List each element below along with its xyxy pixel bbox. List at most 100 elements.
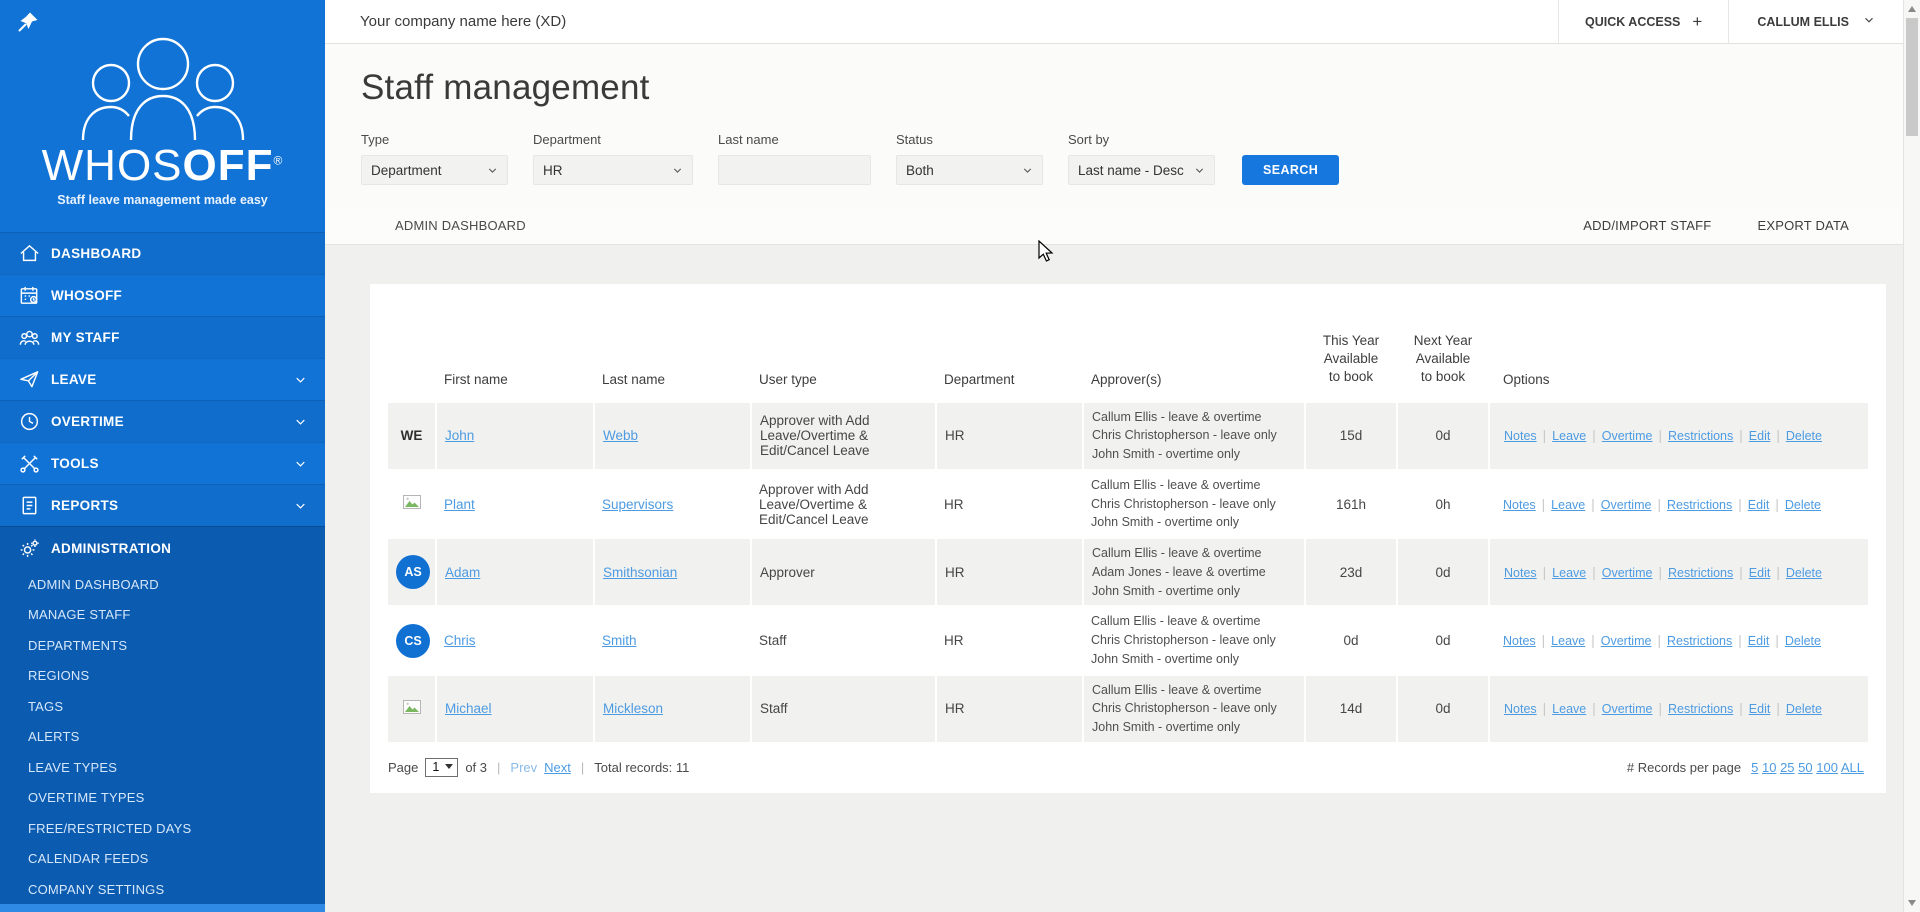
- type-select[interactable]: Department: [361, 155, 508, 185]
- sort-by-select[interactable]: Last name - Desc: [1068, 155, 1215, 185]
- add-import-staff-button[interactable]: ADD/IMPORT STAFF: [1583, 218, 1711, 233]
- first-name-link[interactable]: Adam: [445, 565, 480, 580]
- scroll-up-arrow-icon[interactable]: [1904, 1, 1920, 17]
- sidebar-item-dashboard[interactable]: DASHBOARD: [0, 232, 325, 274]
- row-action-delete[interactable]: Delete: [1785, 634, 1821, 648]
- user-menu-button[interactable]: CALLUM ELLIS: [1729, 0, 1903, 43]
- scrollbar-thumb[interactable]: [1906, 18, 1918, 136]
- separator: |: [581, 760, 584, 775]
- last-name-link[interactable]: Mickleson: [603, 701, 663, 716]
- sidebar-subitem-manage-staff[interactable]: MANAGE STAFF: [0, 600, 325, 631]
- per-page-100[interactable]: 100: [1816, 760, 1838, 775]
- prev-page-link[interactable]: Prev: [510, 760, 537, 775]
- last-name-link[interactable]: Webb: [603, 428, 638, 443]
- last-name-input[interactable]: [718, 155, 871, 185]
- table-header: First name Last name User type Departmen…: [388, 284, 1868, 403]
- sidebar-item-leave[interactable]: LEAVE: [0, 358, 325, 400]
- row-action-leave[interactable]: Leave: [1552, 429, 1586, 443]
- row-action-overtime[interactable]: Overtime: [1602, 702, 1653, 716]
- sidebar-item-tools[interactable]: TOOLS: [0, 442, 325, 484]
- sidebar-item-overtime[interactable]: OVERTIME: [0, 400, 325, 442]
- sidebar-subitem-free-restricted-days[interactable]: FREE/RESTRICTED DAYS: [0, 813, 325, 844]
- sidebar-subitem-overtime-types[interactable]: OVERTIME TYPES: [0, 783, 325, 814]
- row-action-delete[interactable]: Delete: [1786, 566, 1822, 580]
- status-select[interactable]: Both: [896, 155, 1043, 185]
- row-action-delete[interactable]: Delete: [1786, 702, 1822, 716]
- separator: |: [1592, 428, 1596, 443]
- per-page-5[interactable]: 5: [1751, 760, 1758, 775]
- sidebar-subitem-admin-dashboard[interactable]: ADMIN DASHBOARD: [0, 569, 325, 600]
- sidebar-subitem-company-settings[interactable]: COMPANY SETTINGS: [0, 874, 325, 905]
- row-action-restrictions[interactable]: Restrictions: [1668, 566, 1733, 580]
- row-action-edit[interactable]: Edit: [1749, 429, 1771, 443]
- export-data-button[interactable]: EXPORT DATA: [1757, 218, 1849, 233]
- last-name-link[interactable]: Smith: [602, 633, 637, 648]
- first-name-link[interactable]: Chris: [444, 633, 476, 648]
- row-action-notes[interactable]: Notes: [1504, 566, 1537, 580]
- sidebar-subitem-calendar-feeds[interactable]: CALENDAR FEEDS: [0, 844, 325, 875]
- user-type-cell: Approver with Add Leave/Overtime & Edit/…: [751, 403, 936, 470]
- row-action-notes[interactable]: Notes: [1504, 702, 1537, 716]
- sidebar-subitem-tags[interactable]: TAGS: [0, 691, 325, 722]
- row-action-edit[interactable]: Edit: [1748, 498, 1770, 512]
- per-page-10[interactable]: 10: [1762, 760, 1776, 775]
- this-year-cell: 23d: [1305, 538, 1397, 606]
- row-action-edit[interactable]: Edit: [1749, 566, 1771, 580]
- scroll-down-arrow-icon[interactable]: [1904, 895, 1920, 911]
- row-action-notes[interactable]: Notes: [1503, 498, 1536, 512]
- first-name-link[interactable]: Michael: [445, 701, 492, 716]
- row-action-edit[interactable]: Edit: [1748, 634, 1770, 648]
- sidebar-item-my-staff[interactable]: MY STAFF: [0, 316, 325, 358]
- approver-line: Callum Ellis - leave & overtime: [1092, 408, 1296, 427]
- per-page-all[interactable]: ALL: [1841, 760, 1864, 775]
- per-page-50[interactable]: 50: [1798, 760, 1812, 775]
- filter-label: Status: [896, 132, 1043, 147]
- row-action-overtime[interactable]: Overtime: [1601, 498, 1652, 512]
- row-action-delete[interactable]: Delete: [1785, 498, 1821, 512]
- row-action-overtime[interactable]: Overtime: [1602, 429, 1653, 443]
- sidebar-subitem-regions[interactable]: REGIONS: [0, 661, 325, 692]
- row-action-restrictions[interactable]: Restrictions: [1667, 498, 1732, 512]
- sidebar-item-whosoff[interactable]: WHOSOFF: [0, 274, 325, 316]
- row-action-delete[interactable]: Delete: [1786, 429, 1822, 443]
- last-name-link[interactable]: Supervisors: [602, 497, 673, 512]
- pin-icon[interactable]: [16, 10, 44, 38]
- sidebar-subitem-departments[interactable]: DEPARTMENTS: [0, 630, 325, 661]
- first-name-link[interactable]: Plant: [444, 497, 475, 512]
- row-action-restrictions[interactable]: Restrictions: [1668, 702, 1733, 716]
- row-action-leave[interactable]: Leave: [1551, 498, 1585, 512]
- report-icon: [18, 494, 41, 517]
- row-action-restrictions[interactable]: Restrictions: [1667, 634, 1732, 648]
- row-action-overtime[interactable]: Overtime: [1601, 634, 1652, 648]
- search-button[interactable]: SEARCH: [1242, 155, 1339, 185]
- row-action-leave[interactable]: Leave: [1552, 702, 1586, 716]
- sidebar-item-reports[interactable]: REPORTS: [0, 484, 325, 526]
- separator: |: [1739, 428, 1743, 443]
- avatar-column-header: [388, 284, 436, 403]
- page-select[interactable]: 1: [425, 758, 458, 777]
- row-action-edit[interactable]: Edit: [1749, 702, 1771, 716]
- sidebar-subitem-leave-types[interactable]: LEAVE TYPES: [0, 752, 325, 783]
- department-select[interactable]: HR: [533, 155, 693, 185]
- approver-line: John Smith - overtime only: [1091, 513, 1297, 532]
- whosoff-logo: WHOSOFF® Staff leave management made eas…: [0, 0, 325, 232]
- row-action-leave[interactable]: Leave: [1552, 566, 1586, 580]
- quick-access-button[interactable]: QUICK ACCESS +: [1558, 0, 1729, 43]
- separator: |: [1543, 428, 1547, 443]
- sidebar-subitem-alerts[interactable]: ALERTS: [0, 722, 325, 753]
- row-action-leave[interactable]: Leave: [1551, 634, 1585, 648]
- last-name-link[interactable]: Smithsonian: [603, 565, 677, 580]
- sidebar-item-label: ADMINISTRATION: [51, 541, 171, 556]
- admin-toolbar: ADMIN DASHBOARD ADD/IMPORT STAFF EXPORT …: [325, 207, 1903, 245]
- row-action-notes[interactable]: Notes: [1503, 634, 1536, 648]
- sidebar-item-administration[interactable]: ADMINISTRATION: [0, 527, 325, 569]
- next-year-cell: 0d: [1397, 675, 1489, 743]
- vertical-scrollbar[interactable]: [1903, 0, 1920, 912]
- per-page-25[interactable]: 25: [1780, 760, 1794, 775]
- row-action-notes[interactable]: Notes: [1504, 429, 1537, 443]
- row-action-overtime[interactable]: Overtime: [1602, 566, 1653, 580]
- approver-line: Chris Christopherson - leave only: [1091, 495, 1297, 514]
- row-action-restrictions[interactable]: Restrictions: [1668, 429, 1733, 443]
- first-name-link[interactable]: John: [445, 428, 474, 443]
- next-page-link[interactable]: Next: [544, 760, 571, 775]
